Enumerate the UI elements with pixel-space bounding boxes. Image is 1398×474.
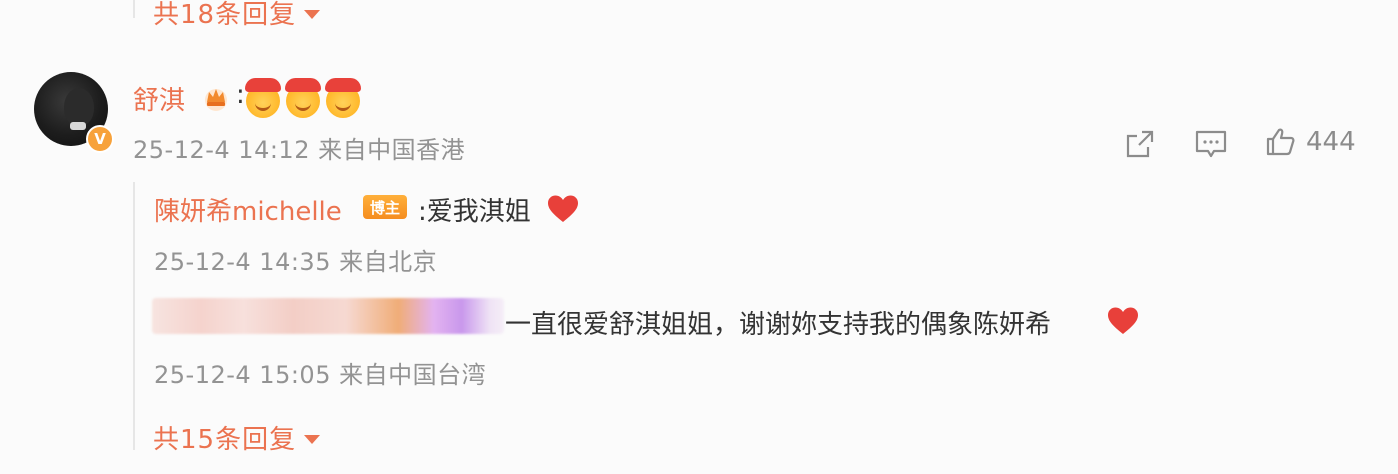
like-count: 444 xyxy=(1306,127,1356,157)
reply-meta: 25-12-4 14:35 来自北京 xyxy=(154,242,437,277)
reply-source: 来自中国台湾 xyxy=(339,361,487,389)
face-emoji-icon xyxy=(245,78,281,118)
verified-badge-icon: V xyxy=(86,125,114,153)
blurred-username xyxy=(152,298,504,334)
share-icon xyxy=(1126,130,1154,158)
comment-time: 25-12-4 14:12 xyxy=(133,136,310,164)
face-emoji-icon xyxy=(285,78,321,118)
reply-text: :爱我淇姐 xyxy=(418,197,531,227)
heart-icon xyxy=(548,195,578,222)
like-button[interactable]: 444 xyxy=(1264,126,1356,158)
face-emoji-icon xyxy=(325,78,361,118)
blogger-badge: 博主 xyxy=(363,195,407,219)
thumbs-up-icon xyxy=(1266,128,1295,156)
reply-source: 来自北京 xyxy=(339,248,438,276)
crown-icon xyxy=(205,89,227,111)
reply-text: 一直很爱舒淇姐姐，谢谢妳支持我的偶象陈妍希 xyxy=(505,310,1052,340)
reply-time: 25-12-4 14:35 xyxy=(154,248,331,276)
comment-author[interactable]: 舒淇 xyxy=(133,80,185,117)
comment-meta: 25-12-4 14:12 来自中国香港 xyxy=(133,130,465,165)
reply-author[interactable]: 陳妍希michelle xyxy=(154,191,342,228)
reply-meta: 25-12-4 15:05 来自中国台湾 xyxy=(154,355,486,390)
more-replies-label: 共18条回复 xyxy=(153,0,297,30)
heart-icon xyxy=(1108,307,1138,334)
comment-source: 来自中国香港 xyxy=(318,136,466,164)
share-button[interactable] xyxy=(1124,128,1156,160)
reply-time: 25-12-4 15:05 xyxy=(154,361,331,389)
caret-down-icon xyxy=(304,434,321,444)
reply-thread-line xyxy=(133,182,135,450)
more-replies-link-top[interactable]: 共18条回复 xyxy=(153,0,321,31)
comment-text-prefix: : xyxy=(236,80,245,110)
comment-button[interactable] xyxy=(1194,128,1228,160)
reply-thread-line-top xyxy=(133,0,135,18)
caret-down-icon xyxy=(304,9,321,19)
comment-icon xyxy=(1195,130,1227,158)
more-replies-label: 共15条回复 xyxy=(153,425,297,455)
more-replies-link[interactable]: 共15条回复 xyxy=(153,419,321,456)
